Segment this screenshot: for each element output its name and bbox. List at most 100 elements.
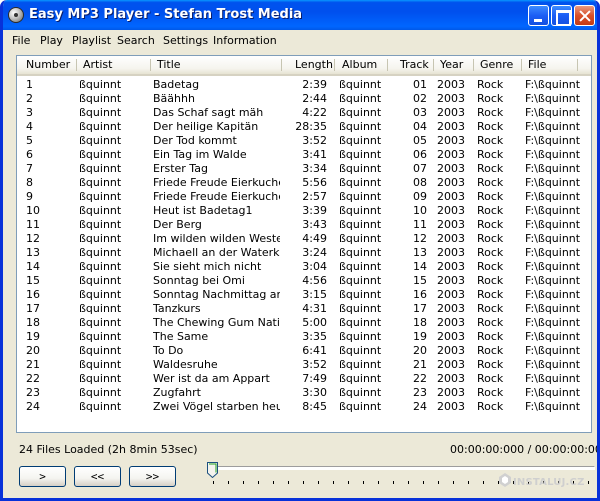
col-divider[interactable] xyxy=(577,59,578,71)
cell-file: F:\ßquinnt xyxy=(525,260,581,273)
col-year[interactable]: Year xyxy=(434,56,469,74)
cell-track: 06 xyxy=(413,148,427,161)
cell-number: 10 xyxy=(26,204,40,217)
cell-track: 03 xyxy=(413,106,427,119)
col-number[interactable]: Number xyxy=(20,56,76,74)
col-album[interactable]: Album xyxy=(336,56,383,74)
cell-year: 2003 xyxy=(437,78,465,91)
playlist-table[interactable]: Number Artist Title Length Album Track Y… xyxy=(16,55,592,433)
cell-year: 2003 xyxy=(437,162,465,175)
close-button[interactable] xyxy=(574,5,595,26)
minimize-button[interactable] xyxy=(528,5,549,26)
time-display: 00:00:00:000 / 00:00:00:000 xyxy=(450,443,600,456)
table-row[interactable]: 18 ßquinnt The Chewing Gum Nation 5:00 ßquin… xyxy=(17,316,591,330)
table-row[interactable]: 13 ßquinnt Michaell an der Waterkant 3:24 ßq… xyxy=(17,246,591,260)
position-slider-thumb[interactable] xyxy=(207,462,218,478)
cell-album: ßquinnt xyxy=(339,330,382,343)
table-row[interactable]: 16 ßquinnt Sonntag Nachmittag an ... 3:15 ßq… xyxy=(17,288,591,302)
table-row[interactable]: 15 ßquinnt Sonntag bei Omi 4:56 ßquinnt 15 200… xyxy=(17,274,591,288)
table-row[interactable]: 19 ßquinnt The Same 3:35 ßquinnt 19 2003 Rock F:… xyxy=(17,330,591,344)
cell-title: Heut ist Badetag1 xyxy=(153,204,253,217)
play-button[interactable]: > xyxy=(19,466,66,487)
slider-tick xyxy=(288,481,289,484)
table-row[interactable]: 5 ßquinnt Der Tod kommt 3:52 ßquinnt 05 2003 Ro… xyxy=(17,134,591,148)
cell-track: 16 xyxy=(413,288,427,301)
cell-year: 2003 xyxy=(437,260,465,273)
table-row[interactable]: 17 ßquinnt Tanzkurs 4:31 ßquinnt 17 2003 Rock F:… xyxy=(17,302,591,316)
cell-album: ßquinnt xyxy=(339,106,382,119)
cell-track: 10 xyxy=(413,204,427,217)
cell-file: F:\ßquinnt xyxy=(525,134,581,147)
cell-track: 08 xyxy=(413,176,427,189)
cell-artist: ßquinnt xyxy=(79,78,122,91)
cell-number: 13 xyxy=(26,246,40,259)
cell-file: F:\ßquinnt xyxy=(525,288,581,301)
table-row[interactable]: 8 ßquinnt Friede Freude Eierkuche... 5:56 ßq… xyxy=(17,176,591,190)
cell-genre: Rock xyxy=(477,316,504,329)
maximize-button[interactable] xyxy=(551,5,572,26)
table-row[interactable]: 20 ßquinnt To Do 6:41 ßquinnt 20 2003 Rock F:\ßq… xyxy=(17,344,591,358)
cell-number: 8 xyxy=(26,176,33,189)
table-row[interactable]: 7 ßquinnt Erster Tag 3:34 ßquinnt 07 2003 Rock F… xyxy=(17,162,591,176)
menu-settings[interactable]: Settings xyxy=(163,34,208,47)
table-row[interactable]: 14 ßquinnt Sie sieht mich nicht 3:04 ßquinnt… xyxy=(17,260,591,274)
cell-title: Im wilden wilden Westen xyxy=(153,232,280,245)
col-file[interactable]: File xyxy=(522,56,552,74)
next-button[interactable]: >> xyxy=(129,466,176,487)
table-row[interactable]: 6 ßquinnt Ein Tag im Walde 3:41 ßquinnt 06 200… xyxy=(17,148,591,162)
files-loaded-status: 24 Files Loaded (2h 8min 53sec) xyxy=(19,443,198,456)
cell-number: 20 xyxy=(26,344,40,357)
cell-title: Tanzkurs xyxy=(153,302,201,315)
menu-information[interactable]: Information xyxy=(213,34,277,47)
cell-number: 3 xyxy=(26,106,33,119)
cell-title: Das Schaf sagt mäh xyxy=(153,106,264,119)
cell-number: 14 xyxy=(26,260,40,273)
menu-playlist[interactable]: Playlist xyxy=(72,34,111,47)
table-row[interactable]: 23 ßquinnt Zugfahrt 3:30 ßquinnt 23 2003 Rock F:… xyxy=(17,386,591,400)
table-row[interactable]: 2 ßquinnt Bäähhh 2:44 ßquinnt 02 2003 Rock F:\ßq… xyxy=(17,92,591,106)
cell-title: Badetag xyxy=(153,78,200,91)
cell-artist: ßquinnt xyxy=(79,232,122,245)
col-genre[interactable]: Genre xyxy=(474,56,519,74)
cell-genre: Rock xyxy=(477,148,504,161)
cell-artist: ßquinnt xyxy=(79,190,122,203)
cell-genre: Rock xyxy=(477,162,504,175)
table-row[interactable]: 1 ßquinnt Badetag 2:39 ßquinnt 01 2003 Rock F:\ß… xyxy=(17,78,591,92)
cell-year: 2003 xyxy=(437,288,465,301)
table-row[interactable]: 24 ßquinnt Zwei Vögel starben heut... 8:45 ß… xyxy=(17,400,591,414)
previous-button[interactable]: << xyxy=(74,466,121,487)
menu-search[interactable]: Search xyxy=(117,34,155,47)
cell-year: 2003 xyxy=(437,400,465,413)
cell-length: 3:30 xyxy=(302,386,327,399)
table-row[interactable]: 21 ßquinnt Waldesruhe 3:52 ßquinnt 21 2003 Rock… xyxy=(17,358,591,372)
col-track[interactable]: Track xyxy=(394,56,435,74)
col-length[interactable]: Length xyxy=(289,56,339,74)
slider-tick xyxy=(228,481,229,484)
col-artist[interactable]: Artist xyxy=(77,56,118,74)
cell-track: 05 xyxy=(413,134,427,147)
table-row[interactable]: 12 ßquinnt Im wilden wilden Westen 4:49 ßqui… xyxy=(17,232,591,246)
table-row[interactable]: 22 ßquinnt Wer ist da am Appart 7:49 ßquinnt… xyxy=(17,372,591,386)
cell-genre: Rock xyxy=(477,386,504,399)
cell-file: F:\ßquinnt xyxy=(525,106,581,119)
table-row[interactable]: 3 ßquinnt Das Schaf sagt mäh 4:22 ßquinnt 03 2… xyxy=(17,106,591,120)
cell-file: F:\ßquinnt xyxy=(525,302,581,315)
cell-album: ßquinnt xyxy=(339,386,382,399)
table-row[interactable]: 9 ßquinnt Friede Freude Eierkuche... 2:57 ßq… xyxy=(17,190,591,204)
table-row[interactable]: 10 ßquinnt Heut ist Badetag1 3:39 ßquinnt 10 2… xyxy=(17,204,591,218)
cell-number: 24 xyxy=(26,400,40,413)
cell-file: F:\ßquinnt xyxy=(525,232,581,245)
cell-artist: ßquinnt xyxy=(79,302,122,315)
col-divider[interactable] xyxy=(281,59,282,71)
cell-artist: ßquinnt xyxy=(79,106,122,119)
col-title[interactable]: Title xyxy=(151,56,187,74)
table-row[interactable]: 11 ßquinnt Der Berg 3:43 ßquinnt 11 2003 Rock F:… xyxy=(17,218,591,232)
table-row[interactable]: 4 ßquinnt Der heilige Kapitän 28:35 ßquinnt 0… xyxy=(17,120,591,134)
menu-file[interactable]: File xyxy=(12,34,30,47)
table-body: 1 ßquinnt Badetag 2:39 ßquinnt 01 2003 Rock F:\ß… xyxy=(17,78,591,414)
col-divider[interactable] xyxy=(334,59,335,71)
cell-file: F:\ßquinnt xyxy=(525,78,581,91)
title-bar[interactable]: Easy MP3 Player - Stefan Trost Media xyxy=(3,0,597,30)
menu-play[interactable]: Play xyxy=(40,34,63,47)
col-divider[interactable] xyxy=(387,59,388,71)
